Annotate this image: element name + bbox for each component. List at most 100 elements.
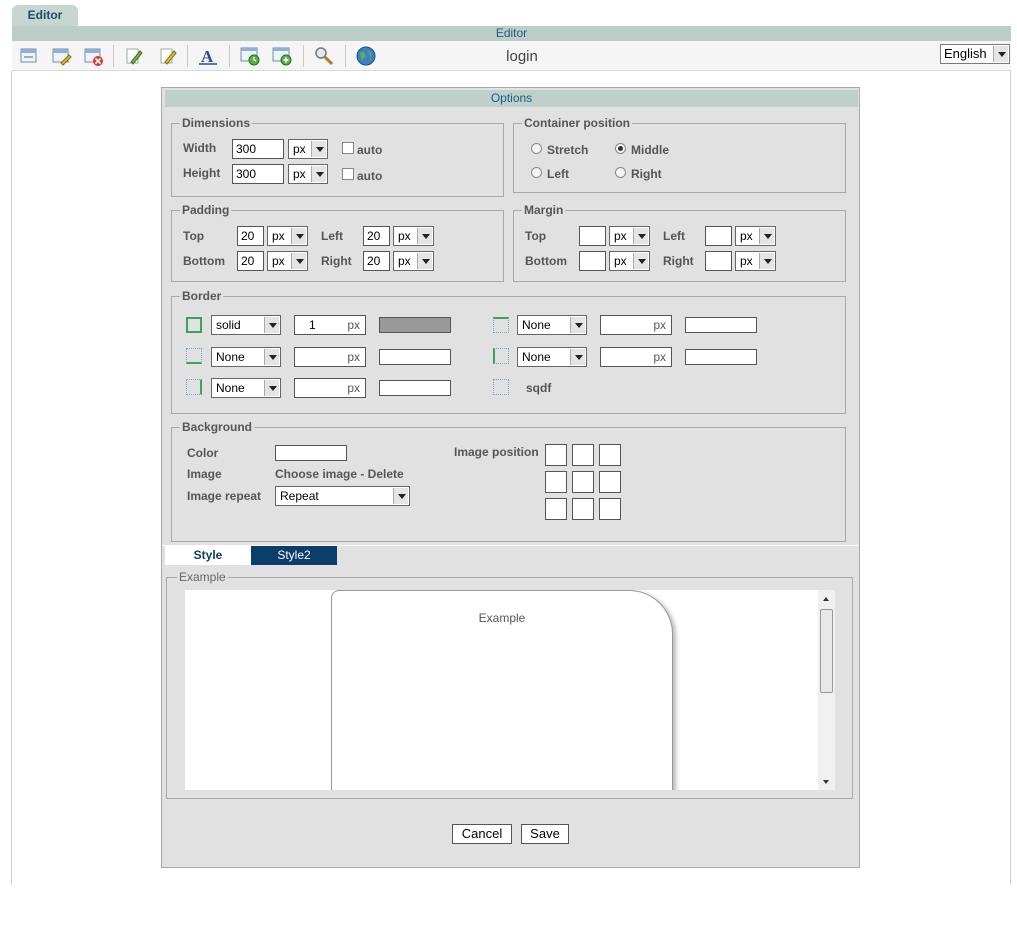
right-radio[interactable] bbox=[615, 167, 626, 178]
padding-right-unit-value: px bbox=[398, 254, 411, 268]
padding-right-input[interactable]: 20 bbox=[363, 251, 390, 271]
chevron-down-icon bbox=[633, 253, 648, 269]
globe-icon[interactable] bbox=[355, 45, 377, 67]
edit-icon[interactable] bbox=[122, 45, 144, 67]
padding-left-unit-select[interactable]: px bbox=[393, 226, 434, 246]
margin-right-unit-select[interactable]: px bbox=[735, 251, 776, 271]
border-right-width-input[interactable]: px bbox=[294, 378, 366, 398]
bg-position-middle-right[interactable] bbox=[599, 471, 621, 493]
border-right-style-select[interactable]: None bbox=[211, 378, 281, 398]
border-top-style-select[interactable]: None bbox=[517, 315, 587, 335]
bg-image-actions[interactable]: Choose image - Delete bbox=[275, 467, 404, 481]
bg-repeat-value: Repeat bbox=[280, 489, 319, 503]
page-edit-icon[interactable] bbox=[50, 45, 72, 67]
border-bottom-color-swatch[interactable] bbox=[379, 349, 451, 365]
scroll-down-icon[interactable] bbox=[823, 780, 829, 784]
padding-top-label: Top bbox=[183, 229, 205, 243]
margin-left-input[interactable] bbox=[705, 226, 732, 246]
width-auto-checkbox[interactable] bbox=[342, 142, 354, 154]
bg-position-bottom-center[interactable] bbox=[572, 498, 594, 520]
tab-style[interactable]: Style bbox=[165, 546, 251, 565]
height-label: Height bbox=[183, 166, 221, 180]
stretch-label: Stretch bbox=[547, 143, 589, 157]
border-left-style-select[interactable]: None bbox=[517, 347, 587, 367]
save-button[interactable]: Save bbox=[521, 824, 569, 844]
bg-position-bottom-left[interactable] bbox=[545, 498, 567, 520]
border-top-color-swatch[interactable] bbox=[685, 317, 757, 333]
border-left-color-swatch[interactable] bbox=[685, 349, 757, 365]
padding-legend: Padding bbox=[180, 203, 232, 217]
margin-bottom-unit-select[interactable]: px bbox=[609, 251, 650, 271]
padding-bottom-input[interactable]: 20 bbox=[237, 251, 264, 271]
page-delete-icon[interactable] bbox=[82, 45, 104, 67]
chevron-down-icon bbox=[570, 317, 585, 333]
tab-style2[interactable]: Style2 bbox=[251, 546, 337, 565]
border-all-width-value: 1 bbox=[309, 318, 316, 332]
width-input[interactable]: 300 bbox=[232, 139, 284, 159]
width-unit-select[interactable]: px bbox=[288, 139, 328, 159]
border-name-icon bbox=[493, 379, 509, 395]
margin-bottom-input[interactable] bbox=[579, 251, 606, 271]
bg-color-swatch[interactable] bbox=[275, 445, 347, 461]
height-unit-select[interactable]: px bbox=[288, 164, 328, 184]
padding-top-unit-select[interactable]: px bbox=[267, 226, 308, 246]
left-radio[interactable] bbox=[531, 167, 542, 178]
scroll-up-icon[interactable] bbox=[823, 597, 829, 601]
margin-right-input[interactable] bbox=[705, 251, 732, 271]
border-bottom-style-value: None bbox=[216, 350, 245, 364]
page-icon[interactable] bbox=[18, 45, 40, 67]
border-all-width-input[interactable]: 1 px bbox=[294, 315, 366, 335]
margin-top-input[interactable] bbox=[579, 226, 606, 246]
border-legend: Border bbox=[180, 289, 224, 303]
search-icon[interactable] bbox=[313, 45, 335, 67]
dimensions-legend: Dimensions bbox=[180, 116, 253, 130]
language-select[interactable]: English bbox=[940, 44, 1010, 64]
example-legend: Example bbox=[177, 570, 228, 584]
bg-position-top-left[interactable] bbox=[545, 444, 567, 466]
padding-top-input[interactable]: 20 bbox=[237, 226, 264, 246]
border-left-width-input[interactable]: px bbox=[600, 347, 672, 367]
border-right-icon bbox=[186, 379, 202, 395]
padding-right-unit-select[interactable]: px bbox=[393, 251, 434, 271]
window-clock-icon[interactable] bbox=[239, 45, 261, 67]
border-name-label: sqdf bbox=[526, 381, 552, 395]
height-input[interactable]: 300 bbox=[232, 164, 284, 184]
height-auto-checkbox[interactable] bbox=[342, 168, 354, 180]
border-bottom-style-select[interactable]: None bbox=[211, 347, 281, 367]
bg-color-label: Color bbox=[187, 446, 219, 460]
font-icon[interactable]: A bbox=[197, 45, 219, 67]
bg-position-center[interactable] bbox=[572, 471, 594, 493]
margin-left-unit-value: px bbox=[740, 229, 753, 243]
margin-top-unit-value: px bbox=[614, 229, 627, 243]
bg-image-label: Image bbox=[187, 467, 222, 481]
border-all-color-swatch[interactable] bbox=[379, 317, 451, 333]
margin-left-unit-select[interactable]: px bbox=[735, 226, 776, 246]
border-right-color-swatch[interactable] bbox=[379, 380, 451, 396]
left-label: Left bbox=[547, 167, 569, 181]
editor-tab[interactable]: Editor bbox=[12, 5, 78, 26]
padding-bottom-unit-select[interactable]: px bbox=[267, 251, 308, 271]
border-top-width-input[interactable]: px bbox=[600, 315, 672, 335]
window-add-icon[interactable] bbox=[271, 45, 293, 67]
stretch-radio[interactable] bbox=[531, 143, 542, 154]
border-bottom-width-input[interactable]: px bbox=[294, 347, 366, 367]
bg-position-top-center[interactable] bbox=[572, 444, 594, 466]
bg-position-top-right[interactable] bbox=[599, 444, 621, 466]
margin-top-unit-select[interactable]: px bbox=[609, 226, 650, 246]
bg-position-middle-left[interactable] bbox=[545, 471, 567, 493]
width-unit-value: px bbox=[293, 142, 306, 156]
bg-position-bottom-right[interactable] bbox=[599, 498, 621, 520]
padding-bottom-label: Bottom bbox=[183, 254, 225, 268]
background-legend: Background bbox=[180, 420, 255, 434]
scrollbar-thumb[interactable] bbox=[820, 609, 833, 693]
middle-radio[interactable] bbox=[615, 143, 626, 154]
cancel-button[interactable]: Cancel bbox=[452, 824, 512, 844]
example-scrollbar[interactable] bbox=[818, 590, 835, 790]
chevron-down-icon bbox=[993, 46, 1008, 62]
right-label: Right bbox=[631, 167, 662, 181]
edit2-icon[interactable] bbox=[156, 45, 178, 67]
border-all-style-select[interactable]: solid bbox=[211, 315, 281, 335]
bg-repeat-select[interactable]: Repeat bbox=[275, 486, 410, 506]
bg-repeat-label: Image repeat bbox=[187, 489, 262, 503]
padding-left-input[interactable]: 20 bbox=[363, 226, 390, 246]
